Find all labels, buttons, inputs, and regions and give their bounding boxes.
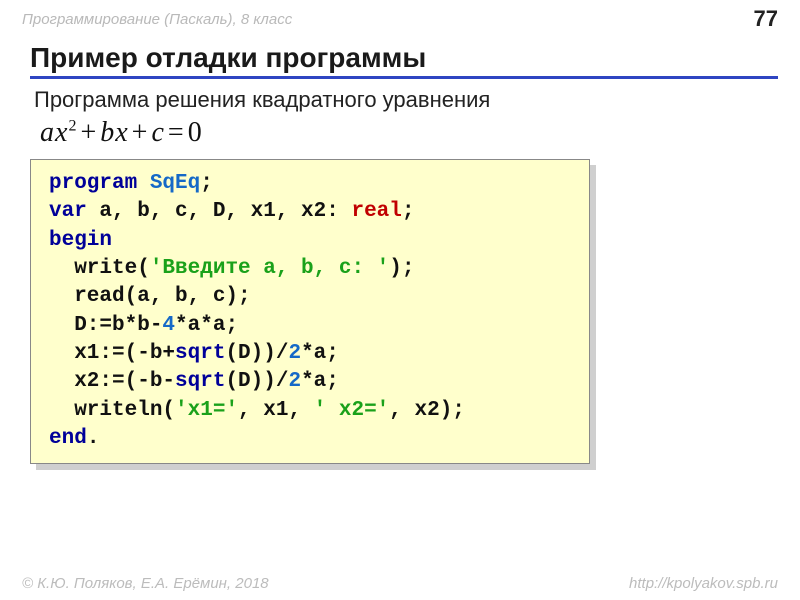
code-block-wrap: program SqEq; var a, b, c, D, x1, x2: re… xyxy=(30,159,590,464)
eq-term-a: ax xyxy=(40,117,68,148)
code-write2: ); xyxy=(389,257,414,280)
func-sqrt1: sqrt xyxy=(175,342,225,365)
str-prompt: 'Введите a, b, c: ' xyxy=(150,257,389,280)
equation: ax2+bx+c=0 xyxy=(40,117,800,149)
code-x1c: *a; xyxy=(301,342,339,365)
semi2: ; xyxy=(402,200,415,223)
code-block: program SqEq; var a, b, c, D, x1, x2: re… xyxy=(30,159,590,464)
var-list: a, b, c, D, x1, x2: xyxy=(87,200,352,223)
slide-subtitle: Программа решения квадратного уравнения xyxy=(34,87,800,113)
kw-var: var xyxy=(49,200,87,223)
slide-title: Пример отладки программы xyxy=(30,42,778,79)
footer-authors: © К.Ю. Поляков, Е.А. Ерёмин, 2018 xyxy=(22,575,269,592)
eq-term-b: bx xyxy=(100,117,128,148)
kw-begin: begin xyxy=(49,229,112,252)
kw-program: program xyxy=(49,172,137,195)
code-w2: , x1, xyxy=(238,399,314,422)
course-label: Программирование (Паскаль), 8 класс xyxy=(22,11,292,28)
slide-footer: © К.Ю. Поляков, Е.А. Ерёмин, 2018 http:/… xyxy=(0,575,800,592)
code-read: read(a, b, c); xyxy=(49,285,251,308)
str-x1: 'x1=' xyxy=(175,399,238,422)
code-x2a: x2:=(-b- xyxy=(49,370,175,393)
code-x1a: x1:=(-b+ xyxy=(49,342,175,365)
slide-header: Программирование (Паскаль), 8 класс 77 xyxy=(0,0,800,34)
eq-eq: = xyxy=(165,117,188,148)
code-d2: *a*a; xyxy=(175,314,238,337)
code-w1: writeln( xyxy=(49,399,175,422)
eq-plus2: + xyxy=(129,117,152,148)
eq-plus1: + xyxy=(77,117,100,148)
footer-url: http://kpolyakov.spb.ru xyxy=(629,575,778,592)
str-x2: ' x2=' xyxy=(314,399,390,422)
eq-zero: 0 xyxy=(188,117,203,148)
code-w3: , x2); xyxy=(389,399,465,422)
semi1: ; xyxy=(200,172,213,195)
num-4: 4 xyxy=(162,314,175,337)
end-dot: . xyxy=(87,427,100,450)
func-sqrt2: sqrt xyxy=(175,370,225,393)
code-write1: write( xyxy=(49,257,150,280)
kw-end: end xyxy=(49,427,87,450)
page-number: 77 xyxy=(754,6,778,32)
prog-name: SqEq xyxy=(150,172,200,195)
code-x1b: (D))/ xyxy=(225,342,288,365)
code-x2b: (D))/ xyxy=(225,370,288,393)
code-d1: D:=b*b- xyxy=(49,314,162,337)
eq-term-c: c xyxy=(151,117,164,148)
num-2a: 2 xyxy=(288,342,301,365)
num-2b: 2 xyxy=(288,370,301,393)
code-x2c: *a; xyxy=(301,370,339,393)
type-real: real xyxy=(351,200,401,223)
